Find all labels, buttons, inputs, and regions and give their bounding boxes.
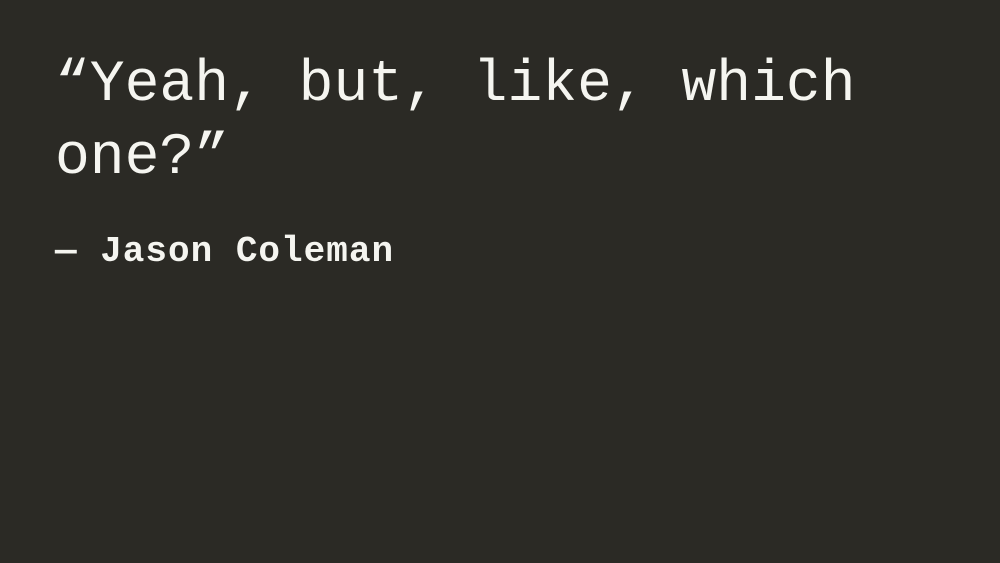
quote-attribution: — Jason Coleman [55,231,945,272]
quote-text: “Yeah, but, like, which one?” [55,50,945,195]
